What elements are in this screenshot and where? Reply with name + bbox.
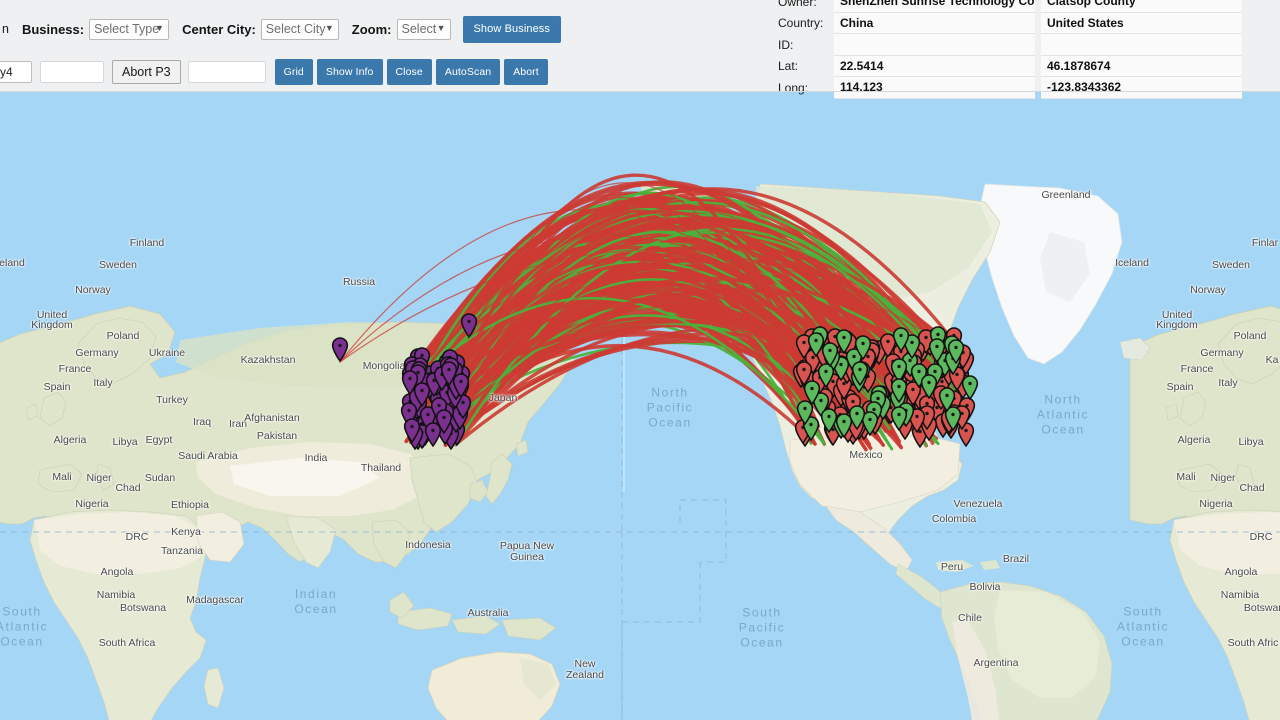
business-label: Business:	[21, 21, 85, 37]
center-city-label: Center City:	[182, 21, 256, 37]
action-button-group: Grid Show Info Close AutoScan Abort	[274, 59, 548, 85]
info-row-value-left[interactable]: China	[834, 12, 1035, 34]
info-row-value-left[interactable]	[834, 34, 1035, 56]
chrome-divider	[0, 91, 1280, 92]
info-row-value-right[interactable]: Clatsop County	[1041, 0, 1242, 13]
info-row-key: Owner:	[778, 0, 817, 9]
record-info-panel: Owner: ShenZhen Sunrise Technology Co Clat…	[772, 0, 1242, 99]
info-row-key: Country:	[778, 16, 824, 31]
show-business-button[interactable]: Show Business	[462, 15, 562, 43]
info-row-value-left[interactable]: ShenZhen Sunrise Technology Co	[834, 0, 1035, 13]
info-row: Lat: 22.5414 46.1878674	[772, 55, 1242, 77]
autoscan-button[interactable]: AutoScan	[435, 59, 501, 85]
info-row-key: ID:	[778, 37, 794, 52]
info-row: Owner: ShenZhen Sunrise Technology Co Clat…	[772, 0, 1242, 13]
info-row-value-right[interactable]: -123.8343362	[1041, 77, 1242, 99]
toolbar-leading-text: n	[2, 22, 9, 36]
business-type-select[interactable]: Select Type	[89, 18, 170, 40]
info-row-value-left[interactable]: 114.123	[834, 77, 1035, 99]
map-basemap	[0, 92, 1280, 720]
zoom-level-select[interactable]: Select	[396, 18, 451, 40]
abort-p3-button[interactable]: Abort P3	[112, 60, 181, 84]
business-toolbar: n Business: Select Type ▼ Center City: S…	[0, 14, 780, 44]
info-row: Long: 114.123 -123.8343362	[772, 77, 1242, 99]
close-button[interactable]: Close	[386, 59, 432, 85]
py4-field[interactable]	[0, 61, 32, 83]
info-row: Country: China United States	[772, 12, 1242, 34]
world-map[interactable]: North Pacific Ocean South Pacific Ocean North A…	[0, 92, 1280, 720]
grid-button[interactable]: Grid	[274, 59, 313, 85]
info-row-value-left[interactable]: 22.5414	[834, 55, 1035, 77]
center-city-select[interactable]: Select City	[260, 18, 339, 40]
info-row-key: Long:	[778, 80, 809, 95]
top-chrome: n Business: Select Type ▼ Center City: S…	[0, 0, 1280, 99]
secondary-text-field-a[interactable]	[40, 61, 104, 83]
info-row-key: Lat:	[778, 59, 799, 74]
info-row-value-right[interactable]	[1041, 34, 1242, 56]
info-row: ID:	[772, 34, 1242, 56]
info-row-value-right[interactable]: 46.1878674	[1041, 55, 1242, 77]
secondary-text-field-b[interactable]	[187, 61, 266, 83]
info-row-value-right[interactable]: United States	[1041, 12, 1242, 34]
abort-button[interactable]: Abort	[504, 59, 548, 85]
zoom-label: Zoom:	[351, 21, 392, 37]
app-root: North Pacific Ocean South Pacific Ocean North A…	[0, 0, 1280, 720]
show-info-button[interactable]: Show Info	[316, 59, 383, 85]
control-toolbar: Abort P3 GridShow InfoCloseAutoScanAbort	[0, 57, 780, 87]
